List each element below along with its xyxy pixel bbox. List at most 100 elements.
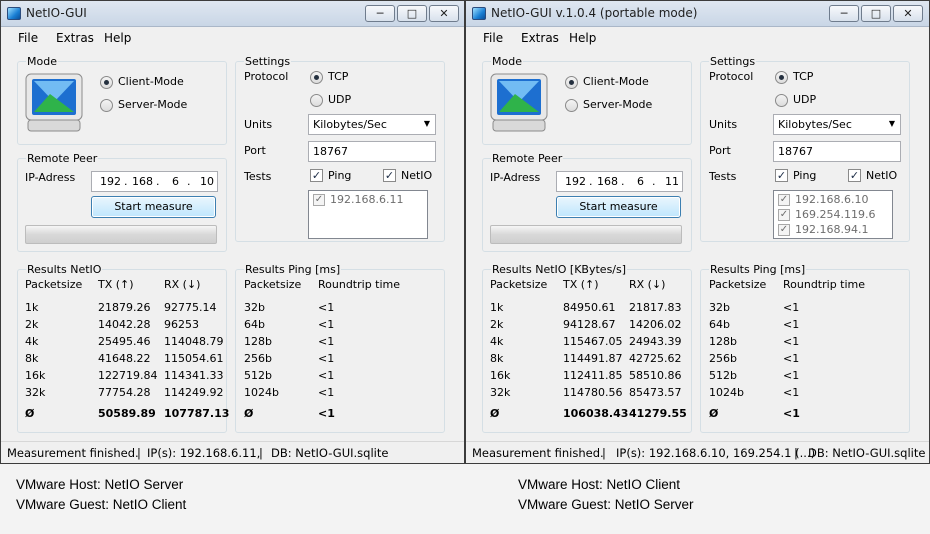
- netio-checkbox[interactable]: ✓: [848, 169, 861, 182]
- maximize-button[interactable]: □: [861, 5, 891, 22]
- status-separator: |: [137, 446, 141, 460]
- maximize-button[interactable]: □: [397, 5, 427, 22]
- host-address: 169.254.119.6: [795, 208, 876, 221]
- ping-label: Ping: [328, 169, 352, 182]
- tcp-radio[interactable]: [775, 71, 788, 84]
- netio-row-rx: 21817.83: [629, 301, 682, 314]
- menu-bar: File Extras Help: [466, 27, 929, 49]
- server-mode-radio[interactable]: [565, 99, 578, 112]
- server-mode-radio[interactable]: [100, 99, 113, 112]
- close-button[interactable]: ✕: [893, 5, 923, 22]
- udp-radio[interactable]: [310, 94, 323, 107]
- client-mode-radio[interactable]: [565, 76, 578, 89]
- netio-gui-window-right: NetIO-GUI v.1.0.4 (portable mode) ─ □ ✕ …: [465, 0, 930, 464]
- menu-help[interactable]: Help: [569, 31, 596, 45]
- host-checkbox[interactable]: ✓: [778, 224, 790, 236]
- netio-row-rx: 114249.92: [164, 386, 224, 399]
- title-bar[interactable]: NetIO-GUI v.1.0.4 (portable mode) ─ □ ✕: [466, 1, 929, 27]
- menu-bar: File Extras Help: [1, 27, 464, 49]
- ping-checkbox[interactable]: ✓: [775, 169, 788, 182]
- ip-dot: .: [589, 175, 593, 188]
- netio-header-packetsize: Packetsize: [490, 278, 548, 291]
- client-mode-label: Client-Mode: [583, 75, 649, 88]
- netio-checkbox[interactable]: ✓: [383, 169, 396, 182]
- netio-row-size: 8k: [490, 352, 504, 365]
- server-mode-label: Server-Mode: [583, 98, 653, 111]
- title-bar[interactable]: NetIO-GUI ─ □ ✕: [1, 1, 464, 27]
- host-checkbox[interactable]: ✓: [778, 194, 790, 206]
- remote-peer-group: Remote Peer IP-Adress 192 . 168 . 6 . 10…: [17, 152, 227, 252]
- menu-file[interactable]: File: [483, 31, 503, 45]
- settings-group: Settings Protocol TCP UDP Units Kilobyte…: [700, 55, 910, 242]
- server-mode-label: Server-Mode: [118, 98, 188, 111]
- status-separator: |: [794, 446, 798, 460]
- status-db: DB: NetIO-GUI.sqlite: [808, 446, 926, 460]
- host-checkbox[interactable]: ✓: [778, 209, 790, 221]
- units-select[interactable]: Kilobytes/Sec ▼: [308, 114, 436, 135]
- ping-header-roundtrip: Roundtrip time: [783, 278, 866, 291]
- ping-header-packetsize: Packetsize: [709, 278, 767, 291]
- host-checkbox[interactable]: ✓: [313, 194, 325, 206]
- ip-octet-4: 11: [665, 175, 679, 188]
- netio-row-rx: 24943.39: [629, 335, 682, 348]
- results-netio-title: Results NetIO [KBytes/s]: [491, 263, 628, 276]
- minimize-button[interactable]: ─: [365, 5, 395, 22]
- ip-address-input[interactable]: 192 . 168 . 6 . 11: [556, 171, 683, 192]
- netio-row-tx: 114491.87: [563, 352, 623, 365]
- ping-row-time: <1: [318, 335, 335, 348]
- protocol-label: Protocol: [709, 70, 754, 83]
- port-input[interactable]: 18767: [308, 141, 436, 162]
- netio-header-rx: RX (↓): [629, 278, 666, 291]
- units-select[interactable]: Kilobytes/Sec ▼: [773, 114, 901, 135]
- status-db: DB: NetIO-GUI.sqlite: [271, 446, 389, 460]
- netio-row-tx: 77754.28: [98, 386, 151, 399]
- ping-row-time: <1: [318, 369, 335, 382]
- ping-row-time: <1: [783, 369, 800, 382]
- ip-octet-2: 168: [132, 175, 153, 188]
- tcp-radio[interactable]: [310, 71, 323, 84]
- tests-label: Tests: [709, 170, 737, 183]
- ping-checkbox[interactable]: ✓: [310, 169, 323, 182]
- minimize-button[interactable]: ─: [829, 5, 859, 22]
- monitor-icon: [490, 73, 548, 132]
- menu-extras[interactable]: Extras: [521, 31, 559, 45]
- ip-dot: .: [156, 175, 160, 188]
- netio-row-rx: 115054.61: [164, 352, 224, 365]
- hosts-listbox[interactable]: ✓ 192.168.6.11: [308, 190, 428, 239]
- ping-average-time: <1: [318, 407, 335, 420]
- udp-radio[interactable]: [775, 94, 788, 107]
- port-label: Port: [244, 144, 266, 157]
- dropdown-arrow-icon: ▼: [888, 119, 895, 128]
- port-input[interactable]: 18767: [773, 141, 901, 162]
- status-message: Measurement finished.: [7, 446, 139, 460]
- udp-label: UDP: [328, 93, 352, 106]
- start-measure-button[interactable]: Start measure: [556, 196, 681, 218]
- remote-peer-group: Remote Peer IP-Adress 192 . 168 . 6 . 11…: [482, 152, 692, 252]
- close-button[interactable]: ✕: [429, 5, 459, 22]
- hosts-listbox[interactable]: ✓ 192.168.6.10 ✓ 169.254.119.6 ✓ 192.168…: [773, 190, 893, 239]
- ping-row-time: <1: [783, 352, 800, 365]
- app-monitor-icon: [7, 7, 21, 20]
- remote-peer-title: Remote Peer: [26, 152, 99, 165]
- menu-file[interactable]: File: [18, 31, 38, 45]
- measurement-progress-bar: [25, 225, 217, 244]
- netio-row-rx: 114048.79: [164, 335, 224, 348]
- menu-help[interactable]: Help: [104, 31, 131, 45]
- netio-row-size: 4k: [490, 335, 504, 348]
- ping-average-symbol: Ø: [709, 407, 719, 420]
- start-measure-button[interactable]: Start measure: [91, 196, 216, 218]
- ping-row-time: <1: [783, 318, 800, 331]
- menu-extras[interactable]: Extras: [56, 31, 94, 45]
- ip-address-input[interactable]: 192 . 168 . 6 . 10: [91, 171, 218, 192]
- netio-row-size: 32k: [490, 386, 511, 399]
- netio-row-rx: 42725.62: [629, 352, 682, 365]
- netio-row-tx: 14042.28: [98, 318, 151, 331]
- netio-average-symbol: Ø: [490, 407, 500, 420]
- ip-address-label: IP-Adress: [25, 171, 76, 184]
- window-title: NetIO-GUI v.1.0.4 (portable mode): [491, 6, 698, 20]
- client-mode-radio[interactable]: [100, 76, 113, 89]
- settings-group: Settings Protocol TCP UDP Units Kilobyte…: [235, 55, 445, 242]
- ping-row-time: <1: [783, 301, 800, 314]
- remote-peer-title: Remote Peer: [491, 152, 564, 165]
- ping-label: Ping: [793, 169, 817, 182]
